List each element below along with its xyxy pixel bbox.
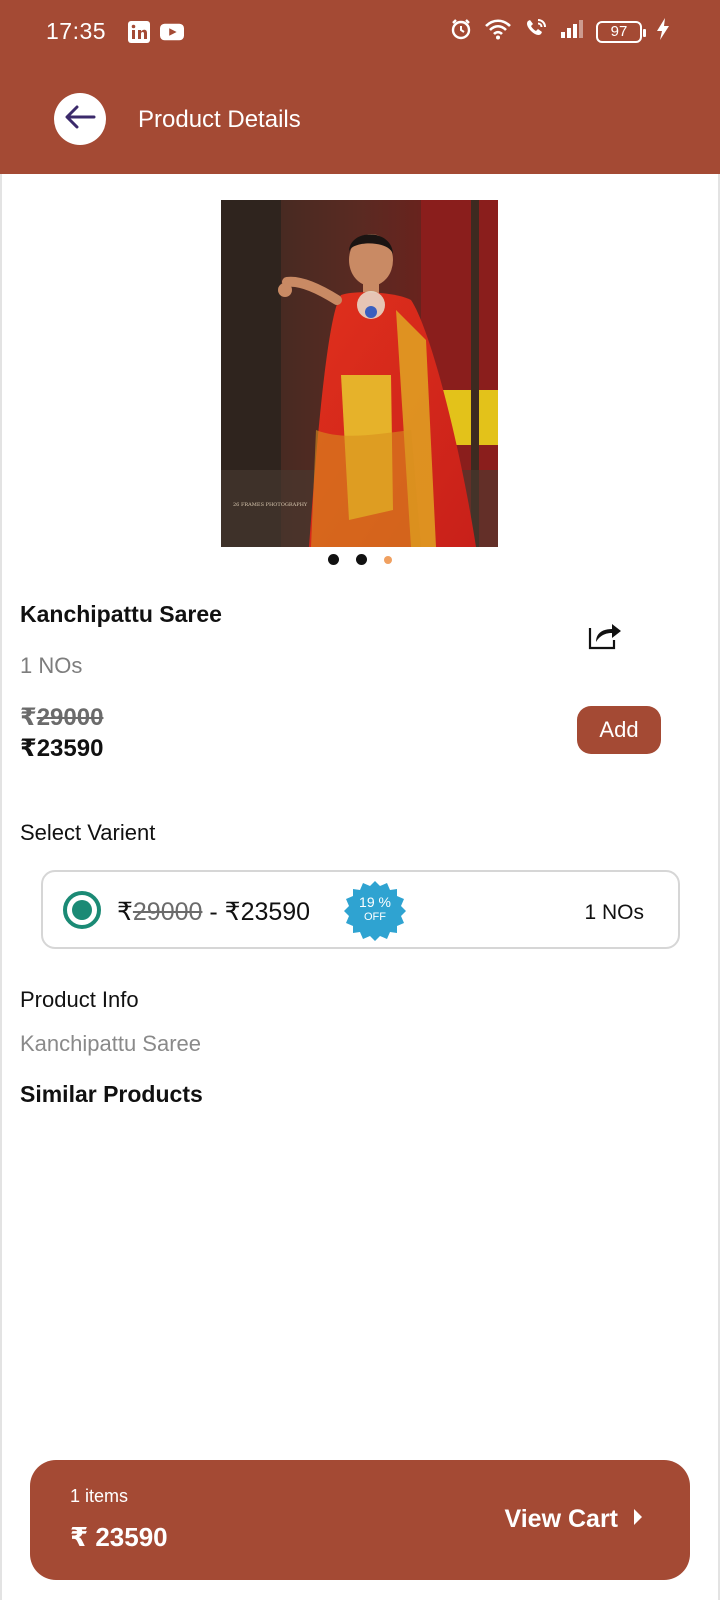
view-cart-bar[interactable]: 1 items ₹ 23590 View Cart: [30, 1460, 690, 1580]
currency-symbol: ₹: [117, 898, 133, 926]
price-value: 23590: [36, 735, 104, 762]
status-indicators: 97: [450, 18, 670, 45]
product-price: ₹23590: [20, 734, 103, 763]
linkedin-icon: [127, 20, 151, 44]
signal-icon: [560, 19, 584, 44]
product-image[interactable]: 26 FRAMES PHOTOGRAPHY: [221, 200, 498, 547]
battery-icon: 97: [596, 20, 646, 43]
product-info-label: Product Info: [20, 987, 139, 1012]
discount-badge: 19 % OFF: [344, 880, 406, 942]
variant-option[interactable]: ₹29000 - ₹23590 19 % OFF 1 NOs: [41, 870, 680, 949]
app-header: 17:35 97 Product Details: [0, 0, 720, 174]
currency-symbol: ₹: [20, 704, 37, 731]
status-time: 17:35: [46, 18, 107, 44]
variant-price: ₹29000 - ₹23590: [117, 897, 310, 927]
product-mrp: ₹29000: [20, 703, 103, 732]
discount-off-label: OFF: [364, 911, 386, 923]
variant-sale-price: 23590: [240, 898, 311, 926]
mrp-value: 29000: [36, 704, 104, 731]
product-name: Kanchipattu Saree: [20, 601, 222, 627]
add-button[interactable]: Add: [577, 706, 661, 754]
carousel-dot-1[interactable]: [328, 554, 339, 565]
cart-item-count: 1 items: [70, 1486, 129, 1506]
variant-unit: 1 NOs: [584, 901, 644, 924]
view-cart-button[interactable]: View Cart: [505, 1505, 644, 1534]
alarm-icon: [450, 18, 472, 45]
arrow-left-icon: [64, 104, 96, 135]
wifi-call-icon: [524, 18, 548, 45]
select-variant-label: Select Varient: [20, 820, 156, 845]
chevron-right-icon: [632, 1505, 644, 1534]
cart-total: ₹ 23590: [70, 1522, 168, 1552]
discount-text: 19 % OFF: [344, 895, 406, 925]
carousel-dot-3-active[interactable]: [384, 555, 392, 564]
variant-mrp: 29000: [132, 898, 203, 926]
page-title: Product Details: [138, 106, 301, 133]
share-icon[interactable]: [588, 620, 622, 650]
price-separator: -: [202, 898, 225, 926]
status-bar: 17:35 97: [0, 0, 720, 66]
youtube-icon: [160, 20, 184, 44]
wifi-icon: [484, 18, 512, 45]
product-unit: 1 NOs: [20, 653, 83, 678]
carousel-dots: [328, 554, 392, 565]
discount-value: 19 %: [359, 894, 391, 910]
carousel-dot-2[interactable]: [356, 554, 367, 565]
image-watermark: 26 FRAMES PHOTOGRAPHY: [233, 502, 308, 508]
radio-selected-dot: [72, 900, 92, 920]
frame-border-left: [0, 174, 2, 1600]
similar-products-title: Similar Products: [20, 1081, 203, 1107]
view-cart-label: View Cart: [504, 1505, 618, 1533]
back-button[interactable]: [54, 93, 106, 145]
variant-radio[interactable]: [63, 891, 101, 929]
product-info-value: Kanchipattu Saree: [20, 1031, 202, 1056]
currency-symbol: ₹: [20, 735, 37, 762]
charging-icon: [656, 18, 670, 45]
currency-symbol: ₹: [224, 898, 241, 926]
